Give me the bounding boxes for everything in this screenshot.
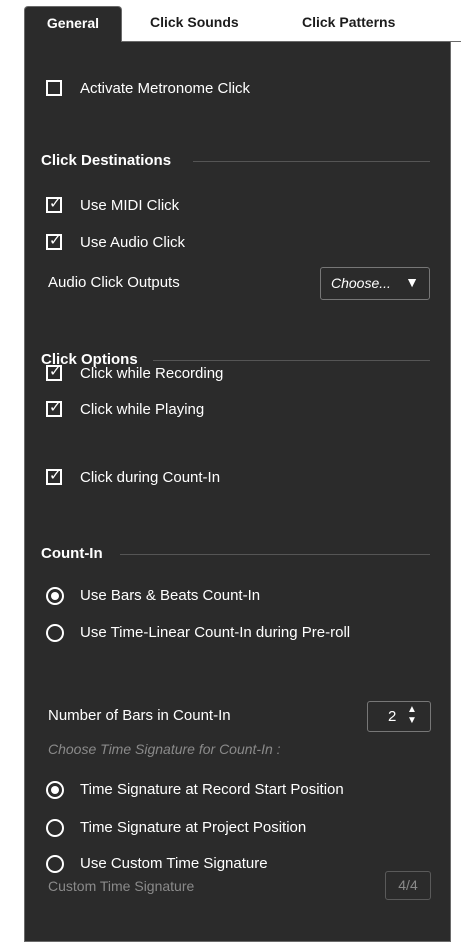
use-bars-beats-label: Use Bars & Beats Count-In [80,587,261,604]
spinner-value: 2 [388,708,397,725]
up-down-arrows-icon[interactable]: ▲ ▼ [407,704,417,726]
check-icon: ✓ [49,467,62,484]
radio-circle [46,781,64,799]
click-during-countin-label: Click during Count-In [80,469,221,486]
number-of-bars-label: Number of Bars in Count-In [48,707,231,724]
general-panel [24,42,451,942]
dropdown-value: Choose... [331,275,391,291]
radio-circle [46,587,64,605]
use-midi-click-label: Use MIDI Click [80,197,180,214]
check-icon: ✓ [49,363,62,380]
dropdown-arrow-icon: ▼ [405,274,419,290]
activate-metronome-label: Activate Metronome Click [80,80,251,97]
tab-general[interactable]: General [24,6,122,42]
tab-general-label: General [46,15,100,31]
ts-record-start-label: Time Signature at Record Start Position [80,781,344,798]
use-time-linear-label: Use Time-Linear Count-In during Pre-roll [80,624,351,641]
time-signature-hint: Choose Time Signature for Count-In : [48,741,281,757]
tab-click-patterns-label: Click Patterns [302,14,396,30]
click-while-recording-label: Click while Recording [80,365,224,382]
click-while-playing-label: Click while Playing [80,401,205,418]
custom-time-signature-label: Custom Time Signature [48,878,195,894]
checkbox-box: ✓ [46,232,62,250]
check-icon: ✓ [49,232,62,249]
tab-click-patterns[interactable]: Click Patterns [302,14,395,30]
checkbox-box [46,80,62,96]
use-custom-ts-label: Use Custom Time Signature [80,855,268,872]
radio-circle [46,855,64,873]
tab-click-sounds-label: Click Sounds [150,14,239,30]
number-of-bars-spinner[interactable]: 2 ▲ ▼ [367,701,431,732]
checkbox-box: ✓ [46,399,62,417]
ts-project-position-label: Time Signature at Project Position [80,819,307,836]
radio-circle [46,624,64,642]
check-icon: ✓ [49,399,62,416]
section-divider [120,554,430,555]
section-divider [153,360,430,361]
count-in-title: Count-In [41,545,103,562]
radio-circle [46,819,64,837]
checkbox-box: ✓ [46,467,62,485]
checkbox-box: ✓ [46,195,62,213]
audio-click-outputs-dropdown[interactable]: Choose... ▼ [320,267,430,300]
check-icon: ✓ [49,195,62,212]
click-destinations-title: Click Destinations [41,152,172,169]
audio-click-outputs-label: Audio Click Outputs [48,274,180,291]
tab-bar: General Click Sounds Click Patterns [0,0,461,42]
tab-click-sounds[interactable]: Click Sounds [150,14,239,30]
checkbox-box: ✓ [46,363,62,381]
section-divider [193,161,430,162]
radio-dot [51,592,59,600]
radio-dot [51,786,59,794]
use-audio-click-label: Use Audio Click [80,234,186,251]
custom-time-signature-field: 4/4 [385,871,431,900]
